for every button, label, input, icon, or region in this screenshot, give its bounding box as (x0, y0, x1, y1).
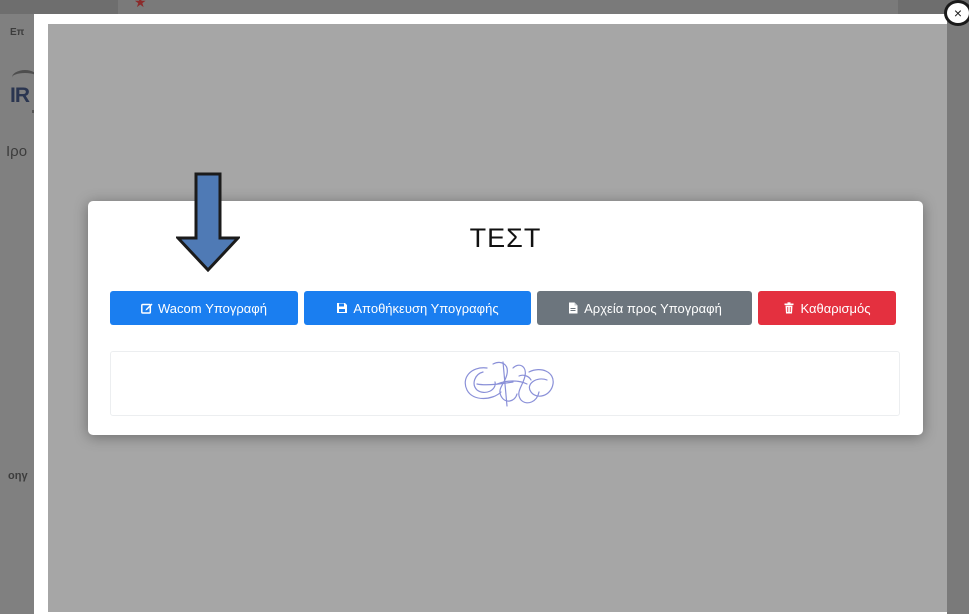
wacom-signature-label: Wacom Υπογραφή (158, 300, 267, 316)
background-text: Ιρο (6, 143, 28, 160)
floppy-disk-icon (336, 302, 348, 314)
clear-button[interactable]: Καθαρισμός (758, 291, 896, 325)
clear-label: Καθαρισμός (800, 300, 871, 316)
save-signature-button[interactable]: Αποθήκευση Υπογραφής (304, 291, 531, 325)
trash-icon (783, 302, 795, 314)
star-icon: ★ (134, 0, 147, 10)
background-logo: IR (6, 70, 36, 122)
signature-pad[interactable] (110, 351, 900, 416)
wacom-signature-button[interactable]: Wacom Υπογραφή (110, 291, 298, 325)
close-icon: × (953, 5, 963, 21)
signature-image (464, 361, 554, 407)
close-button[interactable]: × (944, 0, 969, 26)
save-signature-label: Αποθήκευση Υπογραφής (353, 300, 499, 316)
background-tab (118, 0, 898, 14)
background-text: οηγ (8, 470, 28, 482)
file-icon (567, 302, 579, 314)
background-text: Επ (10, 27, 25, 38)
background-strip (947, 14, 969, 614)
down-arrow-icon (176, 172, 240, 272)
files-to-sign-button[interactable]: Αρχεία προς Υπογραφή (537, 291, 752, 325)
logo-text: IR (10, 84, 30, 107)
edit-icon (141, 302, 153, 314)
files-to-sign-label: Αρχεία προς Υπογραφή (584, 300, 722, 316)
